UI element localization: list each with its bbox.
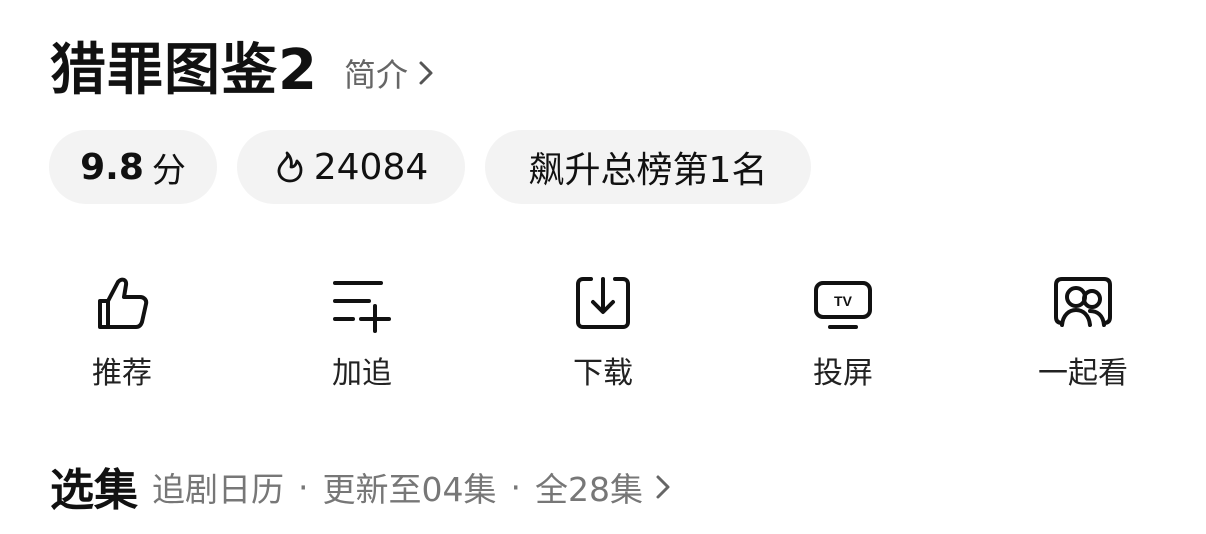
recommend-button[interactable]: 推荐 [52, 270, 192, 392]
chevron-right-icon [656, 475, 670, 499]
intro-link[interactable]: 简介 [344, 50, 434, 96]
score-value: 9.8 [80, 146, 144, 188]
add-to-list-label: 加追 [332, 356, 392, 391]
add-to-list-button[interactable]: 加追 [292, 270, 432, 392]
page-title: 猎罪图鉴2 [50, 38, 318, 103]
action-bar: 推荐 加追 下载 TV 投屏 一起看 [0, 270, 1206, 392]
heat-chip[interactable]: 24084 [237, 130, 465, 204]
svg-text:TV: TV [834, 293, 853, 309]
cast-label: 投屏 [813, 356, 873, 391]
stats-chips: 9.8 分 24084 飙升总榜第1名 [49, 130, 811, 204]
score-chip[interactable]: 9.8 分 [49, 130, 217, 204]
add-to-list-icon [333, 281, 391, 333]
heat-value: 24084 [313, 146, 429, 188]
episodes-title: 选集 [50, 465, 138, 516]
watch-together-label: 一起看 [1038, 356, 1128, 391]
intro-label: 简介 [343, 56, 408, 94]
watch-together-button[interactable]: 一起看 [1013, 270, 1153, 392]
episodes-row: 选集 追剧日历 · 更新至04集 · 全28集 [50, 456, 671, 516]
score-unit: 分 [151, 150, 186, 191]
total-episodes: 全28集 [535, 470, 643, 509]
download-label: 下载 [573, 356, 633, 391]
rank-text: 飙升总榜第1名 [528, 150, 768, 191]
thumbs-up-icon [98, 277, 149, 329]
download-icon [576, 277, 630, 329]
flame-icon [277, 151, 303, 183]
cast-button[interactable]: TV 投屏 [773, 270, 913, 392]
title-row: 猎罪图鉴2 简介 [50, 36, 434, 106]
chevron-right-icon [419, 61, 433, 85]
recommend-label: 推荐 [92, 356, 152, 391]
download-button[interactable]: 下载 [533, 270, 673, 392]
tv-cast-icon: TV [814, 281, 872, 329]
separator-dot: · [510, 467, 522, 507]
rank-chip[interactable]: 飙升总榜第1名 [485, 130, 811, 204]
separator-dot: · [298, 467, 309, 507]
update-status: 更新至04集 [322, 470, 497, 509]
episodes-info-link[interactable]: 追剧日历 · 更新至04集 · 全28集 [152, 463, 671, 511]
watch-together-icon [1054, 277, 1112, 327]
drama-calendar: 追剧日历 [152, 470, 284, 509]
